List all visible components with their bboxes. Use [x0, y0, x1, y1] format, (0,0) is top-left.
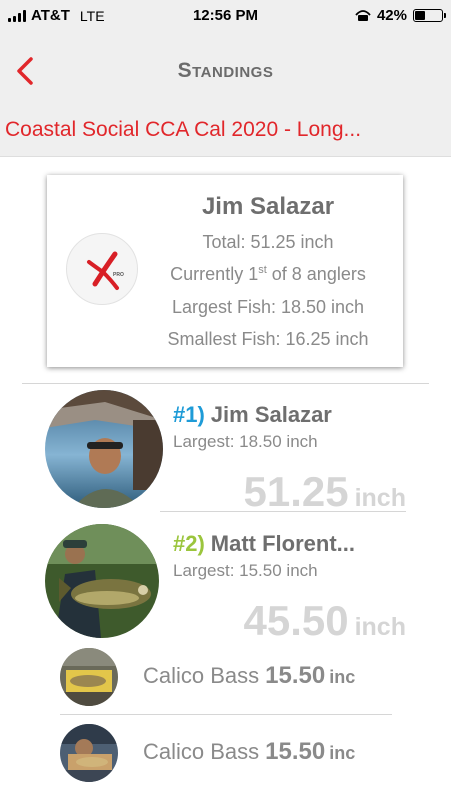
divider [60, 714, 392, 715]
total-value: 51.25 [243, 468, 349, 515]
x-brand-logo: PRO [66, 233, 138, 305]
summary-rank-suffix: st [258, 264, 267, 276]
catch-row[interactable]: Calico Bass 15.50 inc [0, 722, 451, 784]
status-bar: AT&T LTE 12:56 PM 42% [0, 0, 451, 32]
total-value: 45.50 [243, 597, 349, 644]
largest-fish: Largest: 15.50 inch [173, 561, 318, 580]
catch-length: 15.50 [265, 662, 326, 689]
angler-name-text: Matt Florent... [210, 531, 356, 556]
total-length: 45.50 inch [243, 597, 406, 645]
catch-photo [60, 648, 118, 706]
battery-icon [413, 9, 446, 22]
catch-species: Calico Bass [143, 739, 260, 764]
catch-unit: inc [329, 667, 356, 687]
battery-percent: 42% [376, 7, 407, 24]
catch-length: 15.50 [265, 738, 326, 765]
total-unit: inch [354, 484, 406, 512]
summary-largest: Largest Fish: 18.50 inch [171, 297, 365, 317]
catch-info: Calico Bass 15.50 inc [143, 662, 355, 690]
catch-species: Calico Bass [143, 663, 260, 688]
tournament-header: Coastal Social CCA Cal 2020 - Long... [0, 108, 451, 157]
angler-avatar [45, 524, 159, 638]
svg-text:PRO: PRO [113, 272, 124, 278]
largest-fish: Largest: 18.50 inch [173, 432, 318, 451]
rank-number: #1) [173, 402, 205, 427]
summary-rank-prefix: Currently 1 [170, 264, 259, 284]
page-title: Standings [177, 59, 274, 82]
total-length: 51.25 inch [243, 468, 406, 516]
standing-row[interactable]: #2) Matt Florent... Largest: 15.50 inch 4… [0, 518, 451, 644]
summary-rank-rest: of 8 anglers [266, 264, 366, 284]
catch-unit: inc [329, 743, 356, 763]
divider [22, 383, 429, 384]
tournament-title: Coastal Social CCA Cal 2020 - Long... [5, 118, 362, 141]
angler-avatar [45, 390, 163, 508]
summary-rank: Currently 1st of 8 anglers [143, 264, 393, 285]
divider [160, 511, 406, 512]
standing-row[interactable]: #1) Jim Salazar Largest: 18.50 inch 51.25… [0, 390, 451, 515]
angler-summary-card[interactable]: PRO Jim Salazar Total: 51.25 inch Curren… [47, 175, 403, 367]
angler-name-text: Jim Salazar [210, 402, 332, 427]
rank-number: #2) [173, 531, 205, 556]
angler-name: #2) Matt Florent... [173, 531, 355, 557]
status-right: 42% [355, 7, 446, 24]
summary-smallest: Smallest Fish: 16.25 inch [167, 329, 369, 349]
catch-row[interactable]: Calico Bass 15.50 inc [0, 646, 451, 708]
summary-angler-name: Jim Salazar [201, 193, 335, 220]
total-unit: inch [354, 613, 406, 641]
catch-photo [60, 724, 118, 782]
summary-total: Total: 51.25 inch [202, 232, 334, 252]
nav-bar: Standings [0, 32, 451, 108]
angler-name: #1) Jim Salazar [173, 402, 332, 428]
alarm-icon [355, 9, 371, 21]
catch-info: Calico Bass 15.50 inc [143, 738, 355, 766]
